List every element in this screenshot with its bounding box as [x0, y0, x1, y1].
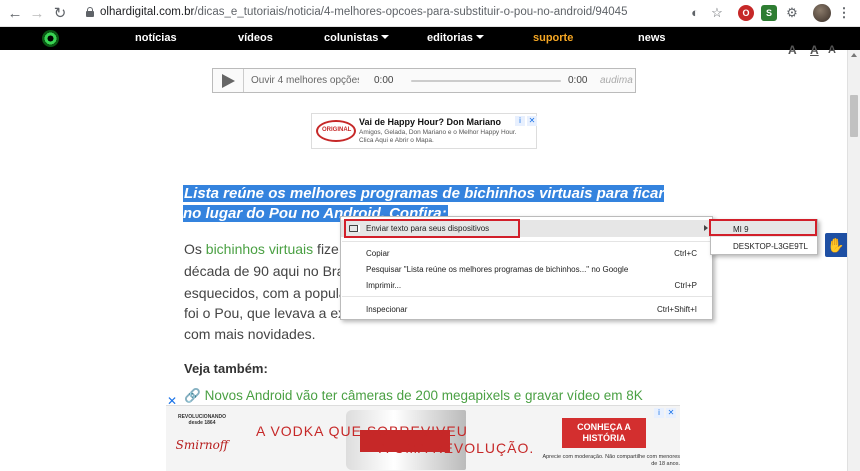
font-reset-button[interactable]: A [810, 43, 819, 57]
paragraph-line: foi o Pou, que levava a ex [184, 305, 346, 321]
paragraph-line: Os bichinhos virtuais fize [184, 241, 339, 257]
audio-time-current: 0:00 [374, 75, 394, 86]
chevron-down-icon [381, 35, 390, 39]
nav-suporte[interactable]: suporte [533, 32, 573, 44]
link-icon: 🔗 [184, 388, 201, 403]
screen: ← → ↻ olhardigital.com.br/dicas_e_tutori… [0, 0, 860, 471]
menu-item-print[interactable]: Imprimir... Ctrl+P [341, 277, 713, 294]
ad-title: Vai de Happy Hour? Don Mariano [359, 117, 502, 127]
ad-logo: ORIGINAL [316, 120, 356, 142]
forward-icon[interactable]: → [27, 4, 47, 24]
audio-seek-bar[interactable] [411, 80, 561, 82]
play-icon [222, 74, 235, 88]
menu-item-inspect[interactable]: Inspecionar Ctrl+Shift+I [341, 301, 713, 318]
avatar[interactable] [813, 4, 831, 22]
audio-player: Ouvir 4 melhores opções pa 0:00 0:00 aud… [212, 68, 636, 93]
ad-info-icon[interactable]: i [515, 116, 525, 126]
nav-colunistas[interactable]: colunistas [324, 32, 390, 44]
ad-cta-button[interactable]: CONHEÇA A HISTÓRIA [562, 418, 646, 448]
url-text: olhardigital.com.br/dicas_e_tutoriais/no… [100, 6, 628, 18]
audio-brand[interactable]: audima [600, 75, 633, 86]
s-extension-icon[interactable]: S [761, 5, 777, 21]
paragraph-line: década de 90 aqui no Bra [184, 263, 345, 279]
ad-info-icon[interactable]: i [654, 408, 664, 418]
scroll-up-icon[interactable] [851, 53, 857, 57]
see-also-heading: Veja também: [184, 361, 268, 376]
ad-body: Amigos, Gelada, Don Mariano e o Melhor H… [359, 129, 517, 144]
play-button[interactable] [213, 69, 244, 92]
ad-headline-2: À UMA REVOLUÇÃO. [379, 440, 535, 456]
lock-icon [86, 7, 94, 17]
menu-separator [342, 296, 712, 297]
scrollbar[interactable] [847, 50, 860, 471]
font-decrease-button[interactable]: A [788, 43, 797, 57]
menu-item-search-google[interactable]: Pesquisar "Lista reúne os melhores progr… [341, 261, 713, 278]
device-desktop[interactable]: DESKTOP-L3GE9TL [711, 238, 817, 254]
site-nav: notícias vídeos colunistas editorias sup… [0, 27, 860, 50]
accessibility-hand-icon[interactable]: ✋ [825, 233, 847, 257]
nav-noticias[interactable]: notícias [135, 32, 177, 44]
more-vert-icon[interactable]: ⋮ [836, 5, 852, 21]
translate-icon[interactable]: ◐ [687, 5, 703, 21]
star-icon[interactable]: ☆ [709, 5, 725, 21]
puzzle-extension-icon[interactable]: ⚙ [784, 5, 800, 21]
address-bar[interactable]: olhardigital.com.br/dicas_e_tutoriais/no… [76, 3, 726, 24]
highlight-box [344, 219, 520, 238]
scroll-thumb[interactable] [850, 95, 858, 137]
smirnoff-logo: REVOLUCIONANDO desde 1864 Smirnoff [175, 414, 229, 452]
nav-editorias[interactable]: editorias [427, 32, 484, 44]
reload-icon[interactable]: ↻ [50, 4, 70, 24]
bichinhos-link[interactable]: bichinhos virtuais [206, 241, 313, 257]
related-link[interactable]: 🔗 Novos Android vão ter câmeras de 200 m… [184, 388, 643, 404]
audio-title: Ouvir 4 melhores opções pa [251, 75, 359, 86]
highlight-box [709, 219, 817, 236]
audio-time-total: 0:00 [568, 75, 588, 86]
context-menu: Enviar texto para seus dispositivos Copi… [340, 216, 713, 320]
nav-news[interactable]: news [638, 32, 666, 44]
ad-fine-print: Aprecie com moderação. Não compartilhe c… [542, 454, 680, 467]
font-increase-button[interactable]: A [828, 44, 836, 56]
paragraph-line: esquecidos, com a popula [184, 285, 347, 301]
small-ad[interactable]: ORIGINAL Vai de Happy Hour? Don Mariano … [311, 113, 537, 149]
paragraph-line: com mais novidades. [184, 326, 316, 342]
smirnoff-ad[interactable]: REVOLUCIONANDO desde 1864 Smirnoff A VOD… [166, 405, 680, 471]
chevron-down-icon [475, 35, 484, 39]
site-logo[interactable] [42, 30, 59, 47]
submenu-arrow-icon [704, 225, 708, 231]
menu-item-copy[interactable]: Copiar Ctrl+C [341, 245, 713, 262]
nav-videos[interactable]: vídeos [238, 32, 273, 44]
browser-toolbar: ← → ↻ olhardigital.com.br/dicas_e_tutori… [0, 0, 860, 27]
ad-headline-1: A VODKA QUE SOBREVIVEU [256, 423, 468, 439]
ad-close-icon[interactable]: ✕ [527, 116, 537, 126]
menu-separator [342, 241, 712, 242]
back-icon[interactable]: ← [5, 4, 25, 24]
ad-close-icon[interactable]: ✕ [666, 408, 676, 418]
opera-extension-icon[interactable]: O [738, 5, 754, 21]
